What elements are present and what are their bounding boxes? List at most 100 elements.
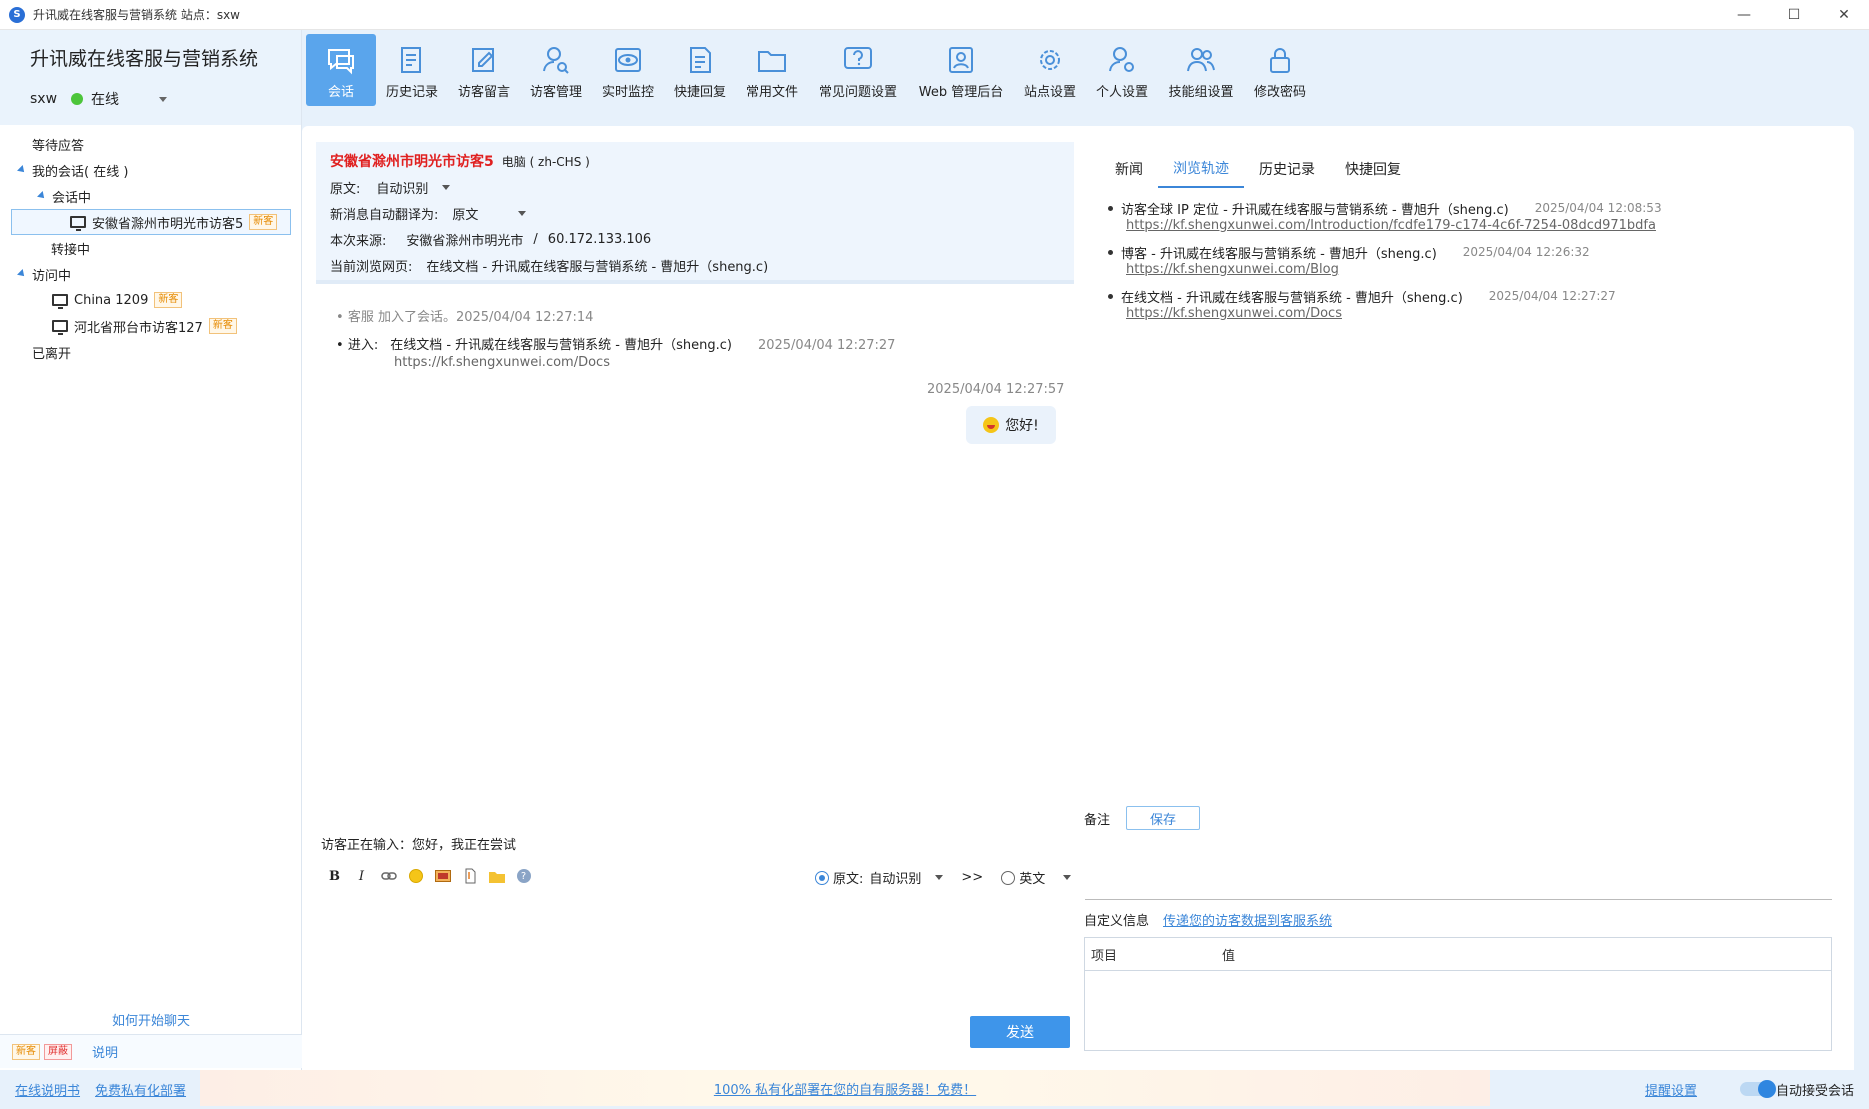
toolbar-label: Web 管理后台 (918, 85, 1004, 100)
visitor-device: 电脑 ( zh-CHS ) (501, 154, 590, 169)
visitor-name: 安徽省滁州市明光市访客5 (330, 154, 494, 170)
toolbar-label: 实时监控 (601, 85, 654, 100)
session-item[interactable]: 安徽省滁州市明光市访客5 新客 (11, 209, 291, 235)
minimize-button[interactable]: — (1719, 0, 1769, 30)
trail-url[interactable]: https://kf.shengxunwei.com/Docs (1126, 306, 1828, 326)
tree-left[interactable]: 已离开 (0, 339, 301, 365)
how-to-chat-link[interactable]: 如何开始聊天 (0, 1010, 302, 1029)
toolbar-messages[interactable]: 访客留言 (448, 34, 520, 106)
trail-time: 2025/04/04 12:08:53 (1534, 201, 1662, 215)
emoji-icon[interactable] (402, 866, 429, 886)
image-icon[interactable] (429, 866, 456, 886)
expand-icon[interactable] (37, 191, 47, 201)
promo-banner[interactable]: 100% 私有化部署在您的自有服务器！免费！ (200, 1070, 1490, 1106)
expand-icon[interactable] (17, 165, 27, 175)
status-selector[interactable]: sxw 在线 (30, 89, 301, 109)
tree-waiting[interactable]: 等待应答 (0, 131, 301, 157)
close-button[interactable]: ✕ (1819, 0, 1869, 30)
toolbar-monitor[interactable]: 实时监控 (592, 34, 664, 106)
session-item-label: 安徽省滁州市明光市访客5 (92, 216, 244, 232)
tab-history[interactable]: 历史记录 (1244, 150, 1330, 188)
trail-url[interactable]: https://kf.shengxunwei.com/Introduction/… (1126, 218, 1828, 238)
link-icon[interactable] (375, 866, 402, 886)
toolbar-label: 个人设置 (1095, 85, 1148, 100)
toolbar-web-admin[interactable]: Web 管理后台 (908, 34, 1014, 106)
tree-label: 等待应答 (32, 138, 85, 154)
tab-news[interactable]: 新闻 (1100, 150, 1158, 188)
tree-label: 访问中 (32, 268, 72, 284)
orig-radio[interactable] (815, 870, 829, 885)
private-deploy-link[interactable]: 免费私有化部署 (95, 1080, 186, 1099)
legend-new-badge: 新客 (12, 1043, 40, 1060)
bullet (1108, 205, 1113, 211)
tree-visiting[interactable]: 访问中 (0, 261, 301, 287)
toolbar-skill-group[interactable]: 技能组设置 (1158, 34, 1244, 106)
trail-url[interactable]: https://kf.shengxunwei.com/Blog (1126, 262, 1828, 282)
lang-target-select[interactable]: 英文 (1019, 868, 1045, 887)
custom-info-table: 项目 值 (1084, 937, 1832, 1051)
toolbar-visitors[interactable]: 访客管理 (520, 34, 592, 106)
enter-title: 在线文档 - 升讯威在线客服与营销系统 - 曹旭升（sheng.c) (390, 338, 732, 353)
toolbar-password[interactable]: 修改密码 (1244, 34, 1316, 106)
orig-label: 原文: (330, 181, 361, 197)
send-button[interactable]: 发送 (970, 1016, 1070, 1048)
help-icon[interactable]: ? (510, 866, 537, 886)
bold-icon[interactable]: B (321, 866, 348, 886)
edit-note-icon (467, 43, 501, 77)
sidebar-header: 升讯威在线客服与营销系统 sxw 在线 (0, 30, 301, 125)
toolbar-files[interactable]: 常用文件 (736, 34, 808, 106)
maximize-button[interactable]: ☐ (1769, 0, 1819, 30)
toolbar-quick-reply[interactable]: 快捷回复 (664, 34, 736, 106)
tree-transferring[interactable]: 转接中 (0, 235, 301, 261)
tab-browse-trail[interactable]: 浏览轨迹 (1158, 150, 1244, 188)
trail-title: 博客 - 升讯威在线客服与营销系统 - 曹旭升（sheng.c) (1121, 246, 1437, 262)
app-logo-icon: S (9, 6, 25, 23)
group-icon (1184, 43, 1218, 77)
current-page-label: 当前浏览网页: (330, 259, 413, 275)
italic-icon[interactable]: I (348, 866, 375, 886)
enter-url[interactable]: https://kf.shengxunwei.com/Docs (394, 355, 895, 370)
remind-settings-link[interactable]: 提醒设置 (1645, 1080, 1697, 1099)
toolbar-site-settings[interactable]: 站点设置 (1014, 34, 1086, 106)
chevron-down-icon[interactable] (442, 184, 451, 190)
question-icon (841, 43, 875, 77)
tab-quick-reply[interactable]: 快捷回复 (1330, 150, 1416, 188)
history-icon (395, 43, 429, 77)
tree-my-sessions[interactable]: 我的会话( 在线 ) (0, 157, 301, 183)
orig-select[interactable]: 自动识别 (376, 178, 428, 197)
chevron-down-icon[interactable] (518, 210, 527, 216)
attachment-icon[interactable] (456, 866, 483, 886)
system-message-text: 客服 加入了会话。2025/04/04 12:27:14 (347, 310, 594, 325)
folder-icon (755, 43, 789, 77)
promo-text: 100% 私有化部署在您的自有服务器！免费！ (713, 1082, 977, 1098)
legend-explain-link[interactable]: 说明 (92, 1042, 118, 1061)
smiley-emoji-icon (983, 417, 1000, 433)
toolbar-chat[interactable]: 会话 (306, 34, 376, 106)
manual-link[interactable]: 在线说明书 (15, 1080, 80, 1099)
save-remark-button[interactable]: 保存 (1126, 806, 1201, 830)
computer-icon (70, 216, 86, 231)
chevron-down-icon[interactable] (935, 875, 944, 880)
toolbar-faq[interactable]: 常见问题设置 (808, 34, 908, 106)
visit-item[interactable]: 河北省邢台市访客127 新客 (0, 313, 301, 339)
custom-data-link[interactable]: 传递您的访客数据到客服系统 (1163, 910, 1332, 929)
visit-item[interactable]: China 1209 新客 (0, 287, 301, 313)
auto-accept-toggle[interactable] (1740, 1080, 1776, 1098)
remark-row: 备注 保存 (1084, 806, 1201, 830)
remark-input[interactable] (1085, 899, 1832, 900)
lang-arrow: >> (961, 870, 984, 885)
folder-icon[interactable] (483, 866, 510, 886)
toolbar-history[interactable]: 历史记录 (376, 34, 448, 106)
target-radio[interactable] (1001, 870, 1016, 885)
expand-icon[interactable] (17, 269, 27, 279)
online-status-icon (71, 93, 84, 105)
message-bubble: 您好! (966, 406, 1056, 444)
right-tabs: 新闻 浏览轨迹 历史记录 快捷回复 (1100, 150, 1416, 188)
status-bar: 在线说明书 免费私有化部署 100% 私有化部署在您的自有服务器！免费！ 提醒设… (0, 1070, 1869, 1109)
translate-select[interactable]: 原文 (452, 204, 478, 223)
lang-source-select[interactable]: 自动识别 (869, 868, 921, 887)
chevron-down-icon[interactable] (1063, 875, 1072, 880)
toolbar-label: 访客留言 (457, 85, 510, 100)
toolbar-personal[interactable]: 个人设置 (1086, 34, 1158, 106)
tree-in-session[interactable]: 会话中 (0, 183, 301, 209)
